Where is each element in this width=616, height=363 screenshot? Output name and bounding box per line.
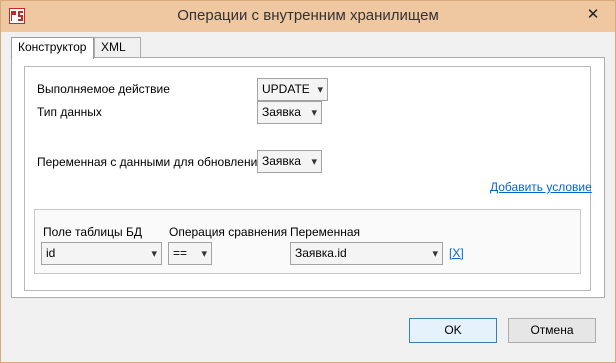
constructor-frame: Выполняемое действие UPDATE ▾ Тип данных…	[24, 66, 592, 291]
col-header-variable: Переменная	[290, 225, 360, 239]
chevron-down-icon: ▾	[311, 107, 317, 119]
condition-field-value: id	[46, 246, 56, 260]
tab-panel: Выполняемое действие UPDATE ▾ Тип данных…	[11, 57, 605, 298]
datatype-select[interactable]: Заявка ▾	[257, 101, 322, 124]
condition-operation-value: ==	[173, 246, 188, 260]
col-header-field: Поле таблицы БД	[43, 225, 142, 239]
action-select[interactable]: UPDATE ▾	[257, 78, 328, 101]
tab-constructor[interactable]: Конструктор	[11, 37, 94, 59]
condition-variable-value: Заявка.id	[295, 246, 347, 260]
remove-condition-link[interactable]: [X]	[449, 246, 464, 260]
col-header-operation: Операция сравнения	[169, 225, 288, 239]
conditions-box: Поле таблицы БД Операция сравнения Перем…	[34, 209, 581, 274]
window-title: Операции с внутренним хранилищем	[177, 7, 439, 24]
tab-xml[interactable]: XML	[94, 37, 141, 58]
variable-select[interactable]: Заявка ▾	[257, 150, 322, 173]
datatype-select-value: Заявка	[262, 105, 301, 119]
ok-button[interactable]: OK	[409, 318, 497, 343]
action-label: Выполняемое действие	[37, 82, 170, 96]
condition-field-select[interactable]: id ▾	[41, 242, 162, 265]
variable-label: Переменная с данными для обновления	[37, 155, 264, 169]
chevron-down-icon: ▾	[151, 248, 157, 260]
title-bar: Операции с внутренним хранилищем ✕	[1, 1, 615, 32]
chevron-down-icon: ▾	[317, 84, 323, 96]
add-condition-link[interactable]: Добавить условие	[490, 180, 592, 194]
condition-operation-select[interactable]: == ▾	[168, 242, 212, 265]
datatype-label: Тип данных	[37, 105, 102, 119]
chevron-down-icon: ▾	[201, 248, 207, 260]
close-button[interactable]: ✕	[581, 4, 605, 26]
cancel-button[interactable]: Отмена	[508, 318, 596, 343]
variable-select-value: Заявка	[262, 154, 301, 168]
action-select-value: UPDATE	[262, 82, 310, 96]
chevron-down-icon: ▾	[311, 156, 317, 168]
chevron-down-icon: ▾	[432, 248, 438, 260]
dialog-window: Операции с внутренним хранилищем ✕ Конст…	[0, 0, 616, 363]
condition-variable-select[interactable]: Заявка.id ▾	[290, 242, 443, 265]
